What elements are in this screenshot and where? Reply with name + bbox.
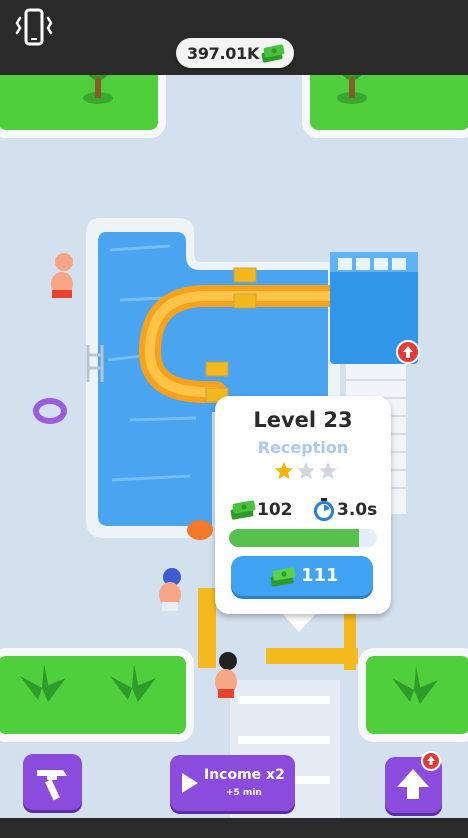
stopwatch-icon bbox=[314, 498, 334, 521]
progress-fill bbox=[229, 529, 360, 547]
progress-bar bbox=[229, 529, 377, 547]
bottom-bar bbox=[0, 818, 468, 838]
star-icon bbox=[319, 462, 337, 479]
guest-character bbox=[159, 568, 181, 611]
money-value: 397.01K bbox=[187, 44, 260, 63]
star-icon bbox=[275, 462, 293, 479]
play-video-icon bbox=[182, 773, 198, 793]
swimmer-character bbox=[51, 253, 73, 298]
money-counter: 397.01K bbox=[176, 38, 294, 68]
star-rating bbox=[275, 462, 337, 479]
upgrade-cost: 111 bbox=[301, 565, 339, 586]
station-name: Reception bbox=[257, 438, 349, 457]
phone-vibrate-icon[interactable] bbox=[14, 6, 54, 48]
upgrade-button[interactable]: 111 bbox=[231, 556, 373, 596]
time-stat: 3.0s bbox=[313, 497, 387, 523]
receptionist-character bbox=[215, 652, 237, 698]
income-value: 102 bbox=[257, 500, 293, 520]
cash-stack-icon bbox=[230, 500, 256, 520]
income-boost-button[interactable]: Income x2 +5 min bbox=[170, 755, 295, 811]
up-arrow-icon bbox=[427, 756, 435, 765]
notification-badge bbox=[421, 751, 441, 771]
income-stat: 102 bbox=[229, 497, 309, 523]
income-boost-duration: +5 min bbox=[226, 788, 262, 798]
income-boost-title: Income x2 bbox=[204, 767, 285, 783]
level-title: Level 23 bbox=[253, 408, 353, 432]
grass-patch bbox=[358, 648, 468, 742]
time-value: 3.0s bbox=[337, 500, 378, 520]
grass-patch bbox=[0, 648, 194, 742]
game-screen: 397.01K Level 23 Reception 102 3.0s 111 … bbox=[0, 0, 468, 838]
build-button[interactable] bbox=[23, 754, 82, 810]
cash-stack-icon bbox=[270, 567, 296, 587]
station-info-popup: Level 23 Reception 102 3.0s 111 bbox=[215, 396, 391, 614]
swim-ring bbox=[33, 398, 67, 424]
hammer-icon bbox=[37, 770, 67, 801]
service-bell bbox=[187, 520, 213, 540]
cash-stack-icon bbox=[261, 44, 285, 63]
star-icon bbox=[297, 462, 315, 479]
